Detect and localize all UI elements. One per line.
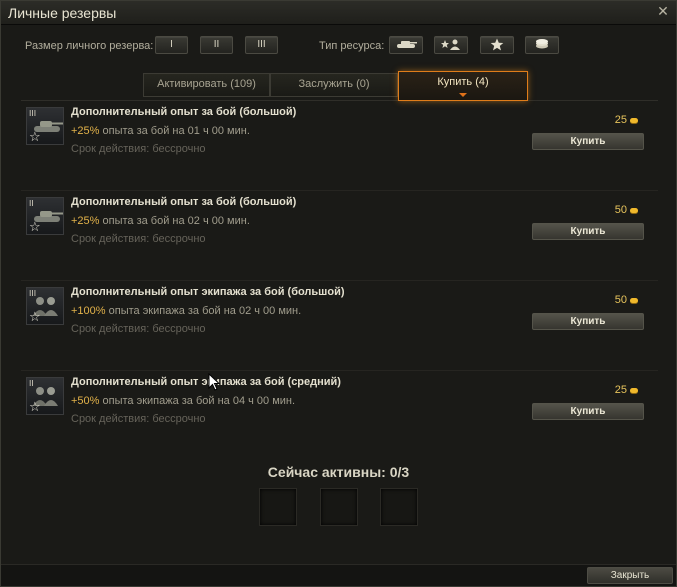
reserve-duration: опыта за бой на 01 ч 00 мин.	[99, 125, 250, 137]
price-value: 25	[614, 114, 627, 126]
reserve-image: II ☆	[26, 377, 64, 415]
reserve-duration: опыта экипажа за бой на 02 ч 00 мин.	[105, 305, 302, 317]
gold-icon	[630, 387, 638, 393]
reserve-description: +50% опыта экипажа за бой на 04 ч 00 мин…	[71, 395, 295, 407]
price: 50	[615, 204, 638, 216]
size-filter-1-button[interactable]: I	[155, 36, 188, 54]
buy-button[interactable]: Купить	[532, 403, 644, 420]
resource-filter-crew-button[interactable]	[434, 36, 468, 54]
star-icon: ☆	[29, 309, 41, 324]
active-tab-caret-icon	[459, 93, 467, 97]
price: 25	[615, 384, 638, 396]
reserve-tabs: Активировать (109) Заслужить (0) Купить …	[1, 71, 676, 101]
reserve-percent: +100%	[71, 305, 106, 317]
reserve-percent: +50%	[71, 395, 100, 407]
star-icon	[490, 38, 504, 51]
reserve-image: II ☆	[26, 197, 64, 235]
footer-bar: Закрыть	[1, 564, 676, 586]
reserve-duration: опыта экипажа за бой на 04 ч 00 мин.	[99, 395, 296, 407]
size-filter-2-button[interactable]: II	[200, 36, 233, 54]
price-value: 50	[614, 294, 627, 306]
list-item: III ☆ Дополнительный опыт за бой (большо…	[21, 101, 658, 191]
size-filter-3-button[interactable]: III	[245, 36, 278, 54]
resource-filter-tank-button[interactable]	[389, 36, 423, 54]
reserve-name: Дополнительный опыт за бой (большой)	[71, 196, 297, 208]
list-item: II ☆ Дополнительный опыт экипажа за бой …	[21, 371, 658, 461]
price-value: 50	[614, 204, 627, 216]
active-reserve-slot	[320, 488, 358, 526]
reserve-description: +25% опыта за бой на 02 ч 00 мин.	[71, 215, 250, 227]
price-value: 25	[614, 384, 627, 396]
list-item: II ☆ Дополнительный опыт за бой (большой…	[21, 191, 658, 281]
tab-buy[interactable]: Купить (4)	[398, 71, 528, 101]
list-item: III ☆ Дополнительный опыт экипажа за бой…	[21, 281, 658, 371]
reserve-duration: опыта за бой на 02 ч 00 мин.	[99, 215, 250, 227]
reserve-term: Срок действия: бессрочно	[71, 413, 206, 425]
tab-earn[interactable]: Заслужить (0)	[270, 73, 398, 97]
close-icon[interactable]: ✕	[655, 3, 671, 19]
tab-activate-label: Активировать (109)	[157, 78, 256, 90]
buy-button[interactable]: Купить	[532, 313, 644, 330]
active-reserve-slot	[380, 488, 418, 526]
reserve-term: Срок действия: бессрочно	[71, 143, 206, 155]
reserve-name: Дополнительный опыт экипажа за бой (боль…	[71, 286, 345, 298]
personal-reserves-window: Личные резервы ✕ Размер личного резерва:…	[0, 0, 677, 587]
star-icon: ☆	[29, 219, 41, 234]
active-reserve-slot	[259, 488, 297, 526]
buy-button[interactable]: Купить	[532, 133, 644, 150]
reserve-term: Срок действия: бессрочно	[71, 323, 206, 335]
reserve-percent: +25%	[71, 215, 100, 227]
reserve-percent: +25%	[71, 125, 100, 137]
active-reserves-title: Сейчас активны: 0/3	[267, 464, 410, 480]
credits-icon	[536, 39, 548, 49]
tab-activate[interactable]: Активировать (109)	[143, 73, 270, 97]
price: 50	[615, 294, 638, 306]
tab-earn-label: Заслужить (0)	[298, 78, 370, 90]
crew-icon	[441, 39, 460, 50]
size-filter-label: Размер личного резерва:	[25, 40, 154, 52]
title-bar: Личные резервы ✕	[1, 1, 676, 25]
filter-bar: Размер личного резерва: I II III Тип рес…	[1, 36, 676, 56]
tab-buy-label: Купить (4)	[437, 76, 489, 88]
mouse-cursor-icon	[208, 373, 220, 391]
close-button[interactable]: Закрыть	[587, 567, 673, 584]
resource-filter-label: Тип ресурса:	[319, 40, 385, 52]
reserve-description: +25% опыта за бой на 01 ч 00 мин.	[71, 125, 250, 137]
price: 25	[615, 114, 638, 126]
reserve-term: Срок действия: бессрочно	[71, 233, 206, 245]
buy-button[interactable]: Купить	[532, 223, 644, 240]
window-title: Личные резервы	[8, 5, 117, 21]
reserve-description: +100% опыта экипажа за бой на 02 ч 00 ми…	[71, 305, 301, 317]
reserve-name: Дополнительный опыт за бой (большой)	[71, 106, 297, 118]
reserve-name: Дополнительный опыт экипажа за бой (сред…	[71, 376, 341, 388]
resource-filter-star-button[interactable]	[480, 36, 514, 54]
reserve-image: III ☆	[26, 107, 64, 145]
reserve-image: III ☆	[26, 287, 64, 325]
resource-filter-credits-button[interactable]	[525, 36, 559, 54]
star-icon: ☆	[29, 129, 41, 144]
gold-icon	[630, 297, 638, 303]
star-icon: ☆	[29, 399, 41, 414]
tank-icon	[397, 41, 417, 48]
reserve-list: III ☆ Дополнительный опыт за бой (большо…	[21, 101, 658, 446]
gold-icon	[630, 117, 638, 123]
gold-icon	[630, 207, 638, 213]
